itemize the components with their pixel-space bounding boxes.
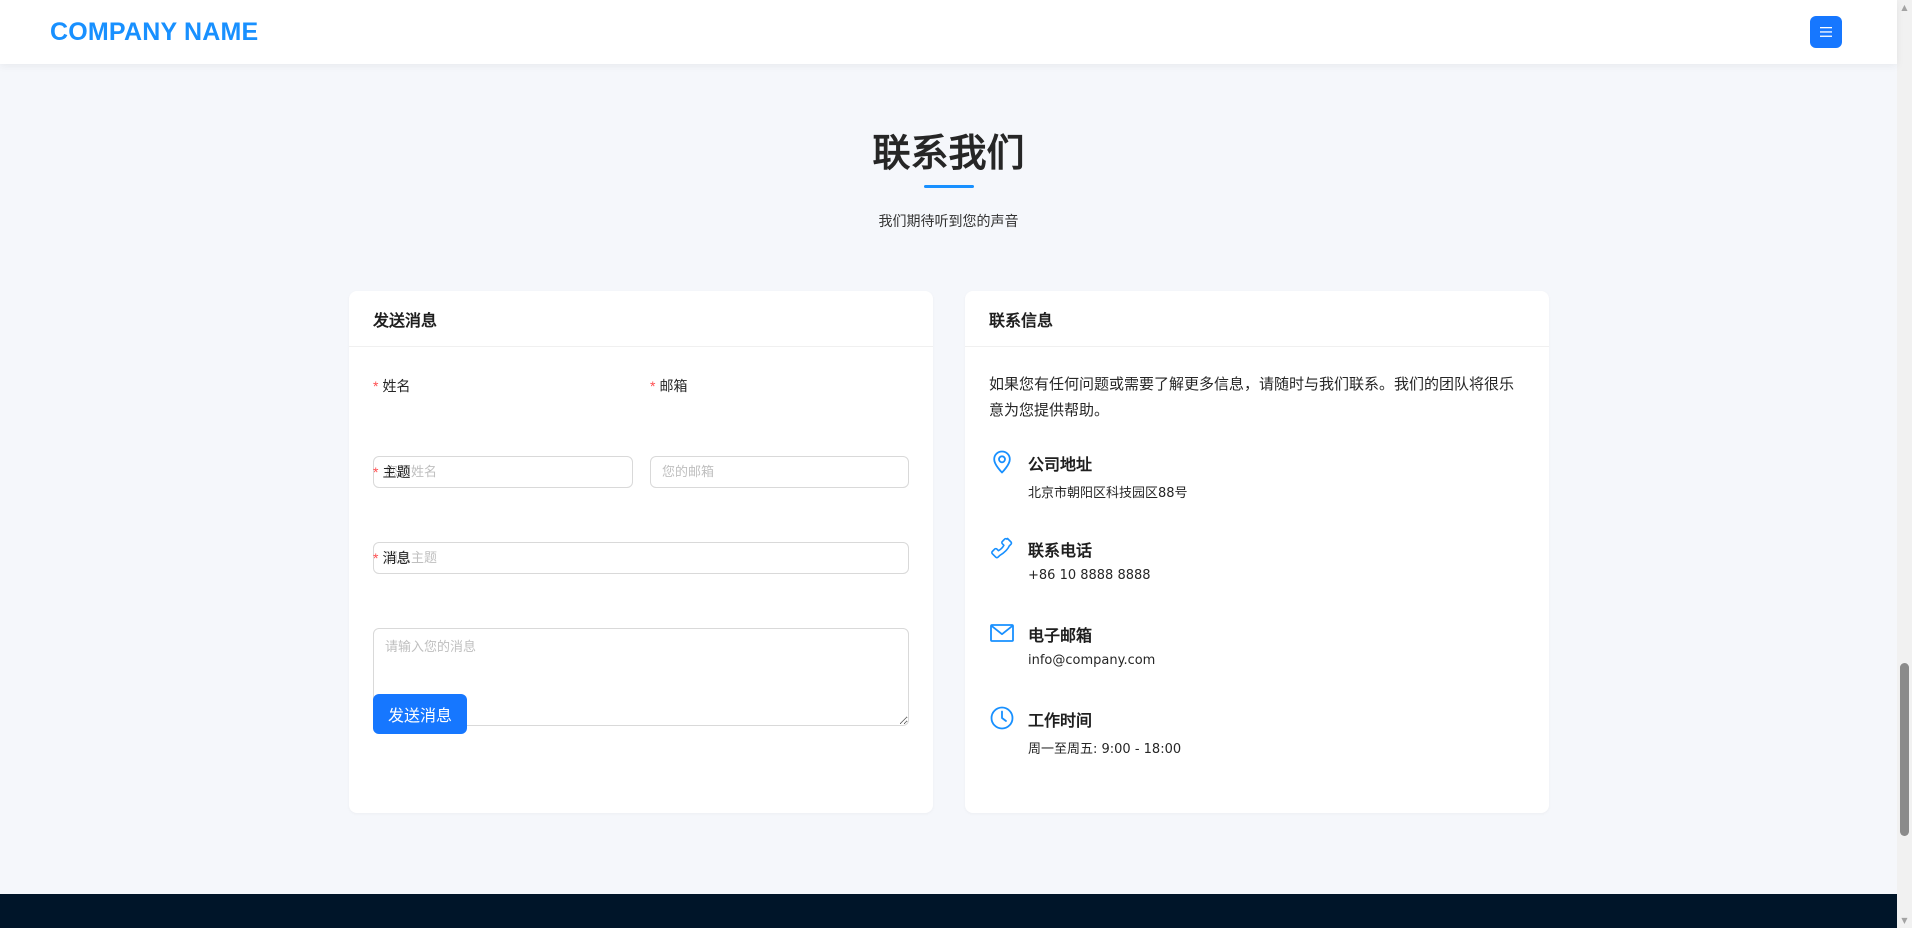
required-mark: * (650, 378, 656, 394)
info-title: 工作时间 (1028, 711, 1093, 730)
info-value: info@company.com (1028, 653, 1156, 668)
info-value: +86 10 8888 8888 (1028, 568, 1151, 583)
required-mark: * (373, 550, 379, 566)
info-title: 公司地址 (1028, 455, 1093, 474)
page-title: 联系我们 (872, 131, 1025, 175)
info-item-phone: 联系电话 +86 10 8888 8888 (989, 535, 1525, 595)
contact-info-card-title: 联系信息 (965, 291, 1549, 347)
required-mark: * (373, 464, 379, 480)
scroll-up-icon[interactable]: ▲ (1897, 0, 1912, 15)
info-item-email: 电子邮箱 info@company.com (989, 620, 1525, 680)
page: COMPANY NAME 联系我们 我们期待听到您的声音 发送消息 *姓名 *邮… (0, 0, 1912, 928)
scrollbar-thumb[interactable] (1900, 663, 1909, 836)
info-item-address: 公司地址 北京市朝阳区科技园区88号 (989, 449, 1525, 509)
page-footer (0, 894, 1897, 928)
top-header: COMPANY NAME (0, 0, 1897, 64)
info-title: 联系电话 (1028, 541, 1093, 560)
info-item-hours: 工作时间 周一至周五: 9:00 - 18:00 (989, 705, 1525, 765)
mail-icon (990, 624, 1014, 642)
name-label: * 姓名 (373, 378, 411, 395)
clock-icon (990, 706, 1014, 730)
required-mark: * (373, 378, 379, 394)
scroll-down-icon[interactable]: ▼ (1897, 913, 1912, 928)
contact-info-card: 联系信息 如果您有任何问题或需要了解更多信息，请随时与我们联系。我们的团队将很乐… (965, 291, 1549, 813)
email-label: * 邮箱 (650, 378, 688, 395)
send-message-card: 发送消息 *姓名 *邮箱 *主题 *消息 发送消息 (349, 291, 933, 813)
page-subtitle: 我们期待听到您的声音 (878, 214, 1019, 230)
info-value: 北京市朝阳区科技园区88号 (1028, 486, 1188, 501)
info-value: 周一至周五: 9:00 - 18:00 (1028, 742, 1182, 757)
phone-icon (991, 537, 1013, 559)
message-label: * 消息 (373, 550, 411, 567)
title-underline (924, 185, 974, 188)
location-icon (993, 450, 1011, 474)
menu-icon (1820, 27, 1832, 37)
name-input[interactable] (373, 456, 633, 488)
subject-label: * 主题 (373, 464, 411, 481)
send-message-button[interactable]: 发送消息 (373, 694, 468, 734)
menu-button[interactable] (1810, 16, 1842, 48)
email-input[interactable] (650, 456, 909, 488)
contact-info-intro: 如果您有任何问题或需要了解更多信息，请随时与我们联系。我们的团队将很乐意为您提供… (989, 375, 1515, 419)
vertical-scrollbar[interactable]: ▲ ▼ (1897, 0, 1912, 928)
subject-input[interactable] (373, 542, 909, 574)
company-logo[interactable]: COMPANY NAME (50, 18, 258, 47)
info-title: 电子邮箱 (1028, 626, 1093, 645)
send-message-card-title: 发送消息 (349, 291, 933, 347)
